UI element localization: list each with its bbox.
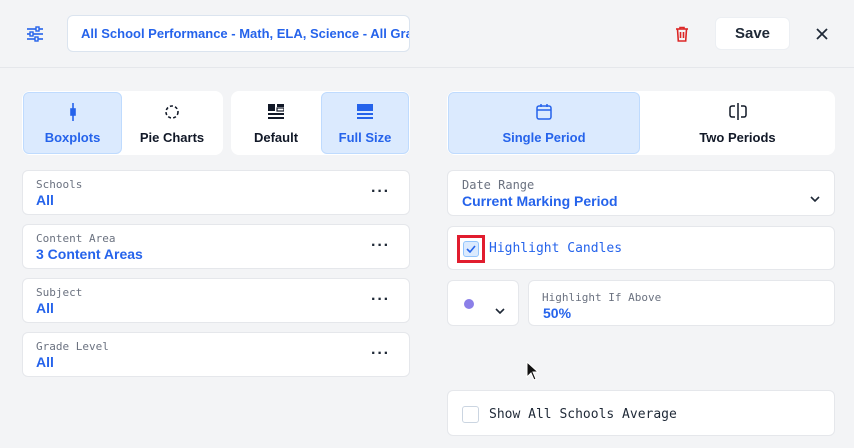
full-size-icon (357, 102, 373, 122)
color-swatch-dot (464, 299, 474, 309)
highlight-candles-row: Highlight Candles (447, 226, 835, 270)
content-area-filter-value: 3 Content Areas (36, 246, 143, 262)
full-size-label: Full Size (338, 129, 392, 145)
grade-level-filter-value: All (36, 354, 54, 370)
more-options-icon[interactable]: ··· (371, 345, 390, 363)
chevron-down-icon (495, 301, 505, 319)
highlight-if-above-field[interactable]: Highlight If Above 50% (528, 280, 835, 326)
default-label: Default (253, 129, 299, 145)
close-icon[interactable] (811, 23, 833, 45)
boxplots-label: Boxplots (44, 129, 101, 145)
dialog-header: All School Performance - Math, ELA, Scie… (0, 0, 854, 68)
layout-icon (268, 102, 284, 122)
subject-filter-value: All (36, 300, 54, 316)
chevron-down-icon (810, 189, 820, 207)
grade-level-filter-label: Grade Level (36, 340, 109, 353)
content-area-filter[interactable]: Content Area 3 Content Areas ··· (22, 224, 410, 269)
two-periods-label: Two Periods (699, 129, 776, 145)
full-size-button[interactable]: Full Size (321, 92, 409, 154)
more-options-icon[interactable]: ··· (371, 237, 390, 255)
subject-filter[interactable]: Subject All ··· (22, 278, 410, 323)
schools-filter-label: Schools (36, 178, 83, 191)
highlight-candles-label: Highlight Candles (489, 241, 623, 256)
highlight-candles-checkbox[interactable] (463, 241, 479, 257)
highlight-if-above-value: 50% (543, 305, 572, 321)
sliders-icon[interactable] (24, 24, 46, 44)
single-period-label: Single Period (502, 129, 586, 145)
show-all-schools-average-checkbox[interactable] (462, 406, 479, 423)
show-all-schools-average-label: Show All Schools Average (489, 407, 677, 422)
boxplots-button[interactable]: Boxplots (23, 92, 122, 154)
calendar-icon (536, 102, 552, 122)
trash-icon[interactable] (672, 24, 692, 44)
report-title-input[interactable]: All School Performance - Math, ELA, Scie… (67, 15, 410, 52)
content-area-filter-label: Content Area (36, 232, 116, 245)
single-period-button[interactable]: Single Period (448, 92, 640, 154)
chart-type-toggle: Boxplots Pie Charts (22, 91, 223, 155)
pie-charts-button[interactable]: Pie Charts (122, 92, 222, 154)
size-toggle: Default Full Size (231, 91, 410, 155)
period-toggle: Single Period Two Periods (447, 91, 835, 155)
schools-filter[interactable]: Schools All ··· (22, 170, 410, 215)
more-options-icon[interactable]: ··· (371, 291, 390, 309)
date-range-value: Current Marking Period (462, 193, 618, 209)
two-periods-button[interactable]: Two Periods (641, 92, 834, 154)
date-range-select[interactable]: Date Range Current Marking Period (447, 170, 835, 216)
pie-chart-icon (164, 102, 180, 122)
grade-level-filter[interactable]: Grade Level All ··· (22, 332, 410, 377)
boxplot-icon (69, 102, 77, 122)
split-icon (728, 102, 747, 122)
default-size-button[interactable]: Default (232, 92, 320, 154)
save-button[interactable]: Save (715, 17, 790, 50)
highlight-if-above-label: Highlight If Above (542, 291, 662, 304)
date-range-label: Date Range (462, 178, 535, 192)
schools-filter-value: All (36, 192, 54, 208)
highlight-color-select[interactable] (447, 280, 519, 326)
mouse-cursor-icon (526, 360, 540, 386)
pie-charts-label: Pie Charts (139, 129, 205, 145)
more-options-icon[interactable]: ··· (371, 183, 390, 201)
subject-filter-label: Subject (36, 286, 83, 299)
check-icon (466, 245, 476, 253)
show-all-schools-average-row: Show All Schools Average (447, 390, 835, 436)
